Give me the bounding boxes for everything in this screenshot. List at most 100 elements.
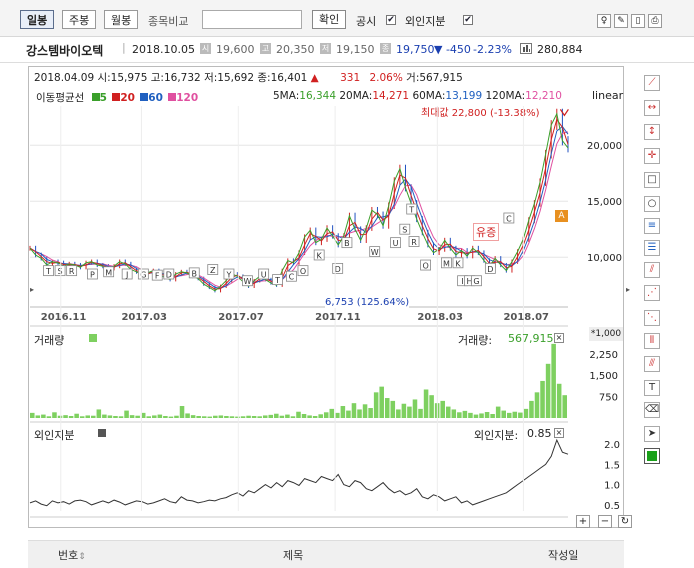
volume-tick-label: 1,500 [589,371,618,382]
volume-bar [146,416,152,418]
foreign-value-label: 외인지분: [474,429,519,442]
x-tick-label: 2017.03 [121,312,167,323]
volume-bar [35,415,41,418]
event-label: 유증 [473,223,500,241]
foreign-value: 0.85 [527,427,552,440]
pointer-tool-icon[interactable]: ➤ [644,426,660,442]
volume-bar [346,410,351,418]
gann-tool-icon[interactable]: ⋰ [644,285,660,301]
minus-icon[interactable]: − [598,515,612,528]
stock-name: 강스템바이오텍 [26,44,104,58]
refresh-icon[interactable]: ↻ [618,515,632,528]
channel-tool-icon[interactable]: ≡ [644,218,660,234]
compare-input[interactable] [202,10,302,29]
disclosure-marker-label: T [45,267,51,276]
eraser-tool-icon[interactable]: ⌫ [644,402,660,418]
volume-bar [57,415,63,418]
sort-icon[interactable]: ⇕ [78,552,86,562]
print-icon[interactable]: ⎙ [648,14,662,28]
foreign-tick-label: 2.0 [604,440,620,451]
high-icon: 고 [260,43,271,54]
foreign-tick-label: 1.0 [604,481,620,492]
volume-bar [113,416,118,418]
volume-bar [373,392,379,418]
volume-bar [479,413,484,418]
max-arrow [559,109,569,117]
foreign-checkbox[interactable]: ✔ [463,15,473,25]
disclosure-checkbox[interactable]: ✔ [386,15,396,25]
disclosure-marker-label: P [90,271,95,280]
color-picker-icon[interactable] [644,448,660,464]
close-icon[interactable]: × [554,428,564,438]
disclosure-marker-label: S [58,267,63,276]
close-icon[interactable]: × [554,333,564,343]
scroll-right-icon[interactable]: ▸ [626,285,630,294]
volume-bar [124,410,129,418]
x-tick-label: 2017.07 [218,312,264,323]
volume-bar [384,398,390,418]
scroll-left-icon[interactable]: ▸ [30,285,34,294]
volume-bar [157,414,163,418]
volume-bar [74,413,79,418]
volume-bar [174,415,179,418]
disclosure-marker-label: B [192,269,198,278]
period-button-daily[interactable]: 일봉 [20,10,55,29]
arc-tool-icon[interactable]: ⋱ [644,310,660,326]
crosshair-tool-icon[interactable]: ✛ [644,148,660,164]
foreign-label: 외인지분 [405,15,446,28]
foreign-tick-label: 0.5 [604,501,620,512]
stock-info-bar: 강스템바이오텍 | 2018.10.05 시 19,600 고 20,350 저… [0,36,694,63]
volume-bar [107,415,113,418]
volume-bar [179,406,185,418]
disclosure-marker-label: C [289,273,295,282]
document-icon[interactable]: ▯ [631,14,645,28]
circle-tool-icon[interactable]: ○ [644,196,660,212]
volume-bar [201,416,207,418]
close-icon: 종 [380,43,391,54]
stock-low: 19,150 [336,43,375,56]
volume-bar [41,414,46,418]
parallel-tool-icon[interactable]: ⫻ [644,356,660,372]
fibonacci-tool-icon[interactable]: ☰ [644,240,660,256]
stock-date: 2018.10.05 [132,43,195,56]
chart-toolbar: 일봉 주봉 월봉 종목비교 확인 공시 ✔ 외인지분 ✔ ♀ ✎ ▯ ⎙ [0,0,694,37]
confirm-button[interactable]: 확인 [312,10,347,29]
period-button-weekly[interactable]: 주봉 [62,10,97,29]
disclosure-label: 공시 [356,15,377,28]
volume-tick-label: 750 [599,393,618,404]
pencil-icon[interactable]: ✎ [614,14,628,28]
volume-bar [429,395,434,418]
volume-bar [213,415,218,418]
volume-bar [518,412,523,418]
disclosure-marker-label: M [105,268,112,277]
horizontal-line-tool-icon[interactable]: ↔ [644,100,660,116]
trendline-tool-icon[interactable]: ⟋ [644,75,660,91]
min-annotation: 6,753 (125.64%) [325,297,410,308]
vertical-line-tool-icon[interactable]: ↕ [644,124,660,140]
volume-bar [307,415,312,418]
plus-icon[interactable]: + [576,515,590,528]
volume-bar [91,415,96,418]
text-tool-icon[interactable]: T [644,380,660,396]
volume-bar [68,416,74,418]
period-button-monthly[interactable]: 월봉 [104,10,139,29]
col-no[interactable]: 번호⇕ [58,547,86,563]
rectangle-tool-icon[interactable]: □ [644,172,660,188]
bulb-icon[interactable]: ♀ [597,14,611,28]
volume-bar [407,406,412,418]
col-date: 작성일 [548,549,579,562]
volume-scale-note: *1,000 [589,327,623,341]
cycle-tool-icon[interactable]: ⦀ [644,333,660,349]
volume-bar [207,416,213,418]
volume-bar [484,412,490,418]
price-panel: 10,00015,00020,000T S R P M J G F D B Z YWUT COKDBWU… [29,108,622,293]
disclosure-marker-label: D [166,271,172,280]
volume-bar [251,416,257,418]
stock-open: 19,600 [216,43,255,56]
fan-tool-icon[interactable]: ⫽ [644,262,660,278]
stock-change-pct: -2.23% [473,43,512,56]
low-icon: 저 [320,43,331,54]
volume-swatch [89,334,97,342]
foreign-swatch [98,429,106,437]
volume-bar [30,412,35,418]
